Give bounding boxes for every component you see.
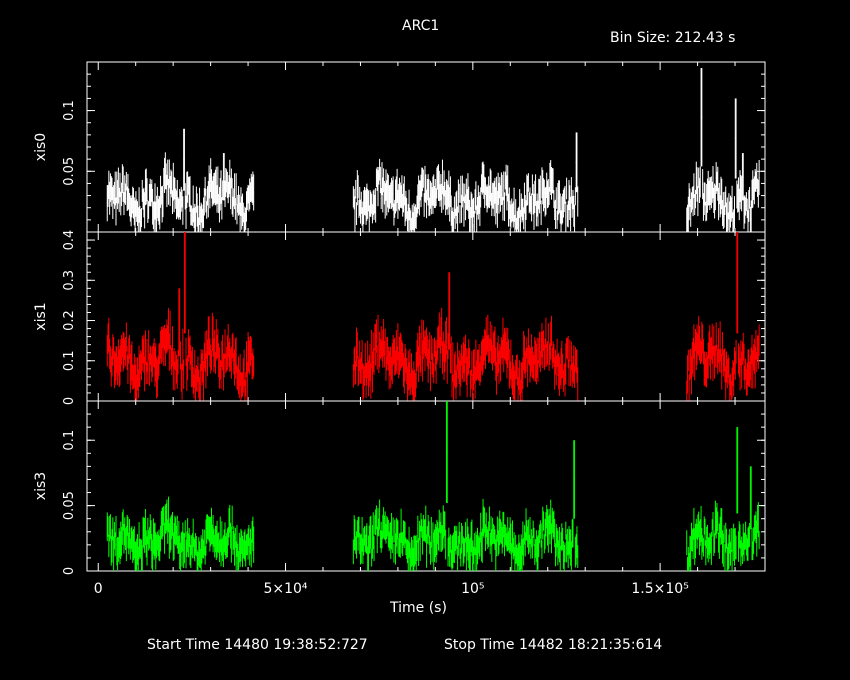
y-tick-label-xis0: 0.1 <box>62 100 77 121</box>
y-tick-label-xis3: 0.05 <box>62 491 77 520</box>
series-xis0 <box>106 68 760 232</box>
y-tick-label-xis1: 0.4 <box>62 230 77 251</box>
y-axis-label-xis1: xis1 <box>33 302 49 330</box>
panel-frame-xis0 <box>86 61 766 233</box>
y-axis-label-xis3: xis3 <box>33 472 49 500</box>
light-curve-plot: 0.05 0.1 xis0 0 0.1 0.2 0.3 0.4 xis1 0 0.05 0.1 xis3… <box>33 61 766 597</box>
y-tick-label-xis3: 0.1 <box>62 430 77 451</box>
series-xis3 <box>106 401 760 571</box>
series-xis1 <box>106 232 760 401</box>
panel-frame-xis1 <box>86 231 766 402</box>
x-tick-label: 0 <box>94 581 103 597</box>
y-tick-label-xis1: 0.2 <box>62 310 77 331</box>
y-tick-label-xis1: 0 <box>62 397 77 405</box>
y-tick-label-xis1: 0.1 <box>62 350 77 371</box>
x-tick-label: 5×10⁴ <box>263 581 307 597</box>
y-tick-label-xis1: 0.3 <box>62 270 77 291</box>
x-tick-label: 10⁵ <box>461 581 484 597</box>
y-tick-label-xis3: 0 <box>62 567 77 575</box>
y-axis-label-xis0: xis0 <box>33 133 49 161</box>
x-tick-label: 1.5×10⁵ <box>631 581 688 597</box>
y-tick-label-xis0: 0.05 <box>62 157 77 186</box>
